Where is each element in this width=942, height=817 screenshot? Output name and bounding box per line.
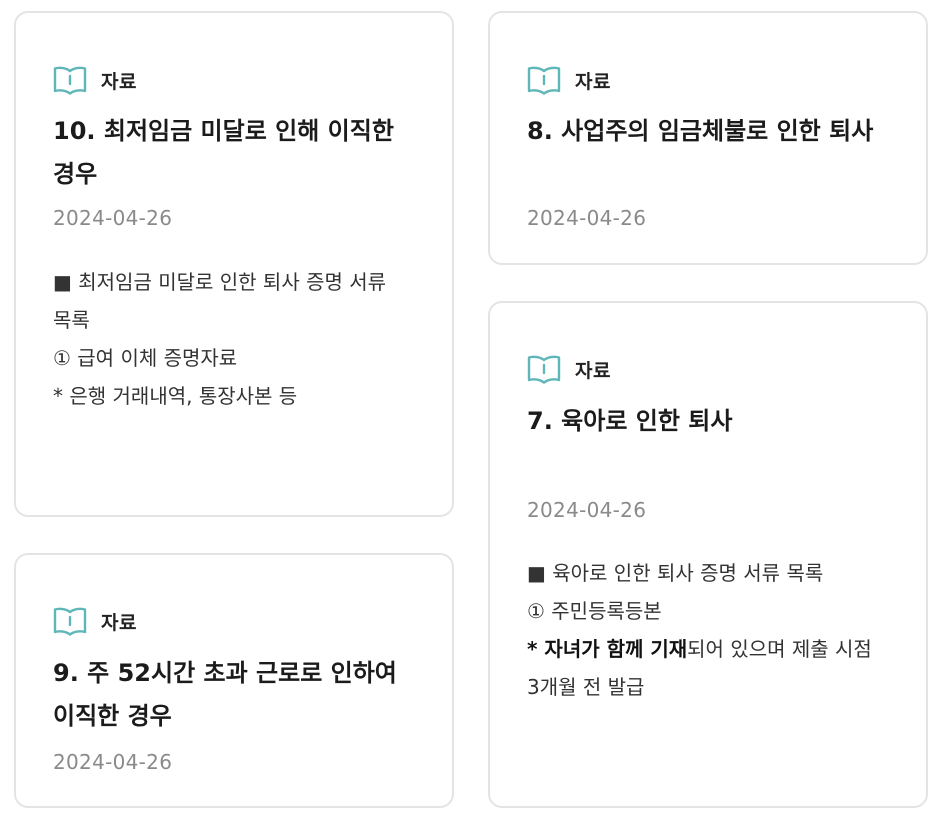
post-card-7[interactable]: 자료 7. 육아로 인한 퇴사 2024-04-26 ■ 육아로 인한 퇴사 증… xyxy=(488,301,928,808)
post-date: 2024-04-26 xyxy=(527,206,647,230)
post-date: 2024-04-26 xyxy=(53,750,173,774)
category-tag: 자료 xyxy=(527,353,611,385)
category-label: 자료 xyxy=(101,70,137,93)
excerpt-line: ■ 최저임금 미달로 인한 퇴사 증명 서류 목록 xyxy=(53,270,387,332)
category-tag: 자료 xyxy=(53,64,137,96)
category-label: 자료 xyxy=(575,359,611,382)
post-card-10[interactable]: 자료 10. 최저임금 미달로 인해 이직한 경우 2024-04-26 ■ 최… xyxy=(14,11,454,517)
post-title[interactable]: 7. 육아로 인한 퇴사 xyxy=(527,400,894,443)
excerpt-line: ■ 육아로 인한 퇴사 증명 서류 목록 xyxy=(527,561,824,585)
post-card-8[interactable]: 자료 8. 사업주의 임금체불로 인한 퇴사 2024-04-26 xyxy=(488,11,928,265)
category-label: 자료 xyxy=(575,70,611,93)
post-date: 2024-04-26 xyxy=(53,206,173,230)
post-title[interactable]: 10. 최저임금 미달로 인해 이직한 경우 xyxy=(53,110,420,196)
post-title[interactable]: 9. 주 52시간 초과 근로로 인하여 이직한 경우 xyxy=(53,652,420,738)
category-tag: 자료 xyxy=(527,64,611,96)
book-open-icon xyxy=(53,64,87,96)
excerpt-line: ① 급여 이체 증명자료 xyxy=(53,346,238,370)
post-date: 2024-04-26 xyxy=(527,498,647,522)
post-card-9[interactable]: 자료 9. 주 52시간 초과 근로로 인하여 이직한 경우 2024-04-2… xyxy=(14,553,454,808)
category-tag: 자료 xyxy=(53,605,137,637)
category-label: 자료 xyxy=(101,611,137,634)
book-open-icon xyxy=(527,64,561,96)
excerpt-line: ① 주민등록등본 xyxy=(527,599,662,623)
excerpt-line: * 자녀가 함께 기재되어 있으며 제출 시점 3개월 전 발급 xyxy=(527,630,890,706)
post-excerpt: ■ 최저임금 미달로 인한 퇴사 증명 서류 목록 ① 급여 이체 증명자료 *… xyxy=(53,263,416,415)
post-excerpt: ■ 육아로 인한 퇴사 증명 서류 목록 ① 주민등록등본 * 자녀가 함께 기… xyxy=(527,554,890,706)
book-open-icon xyxy=(53,605,87,637)
book-open-icon xyxy=(527,353,561,385)
post-title[interactable]: 8. 사업주의 임금체불로 인한 퇴사 xyxy=(527,110,894,153)
excerpt-emphasis: * 자녀가 함께 기재 xyxy=(527,637,688,661)
excerpt-line: * 은행 거래내역, 통장사본 등 xyxy=(53,384,298,408)
